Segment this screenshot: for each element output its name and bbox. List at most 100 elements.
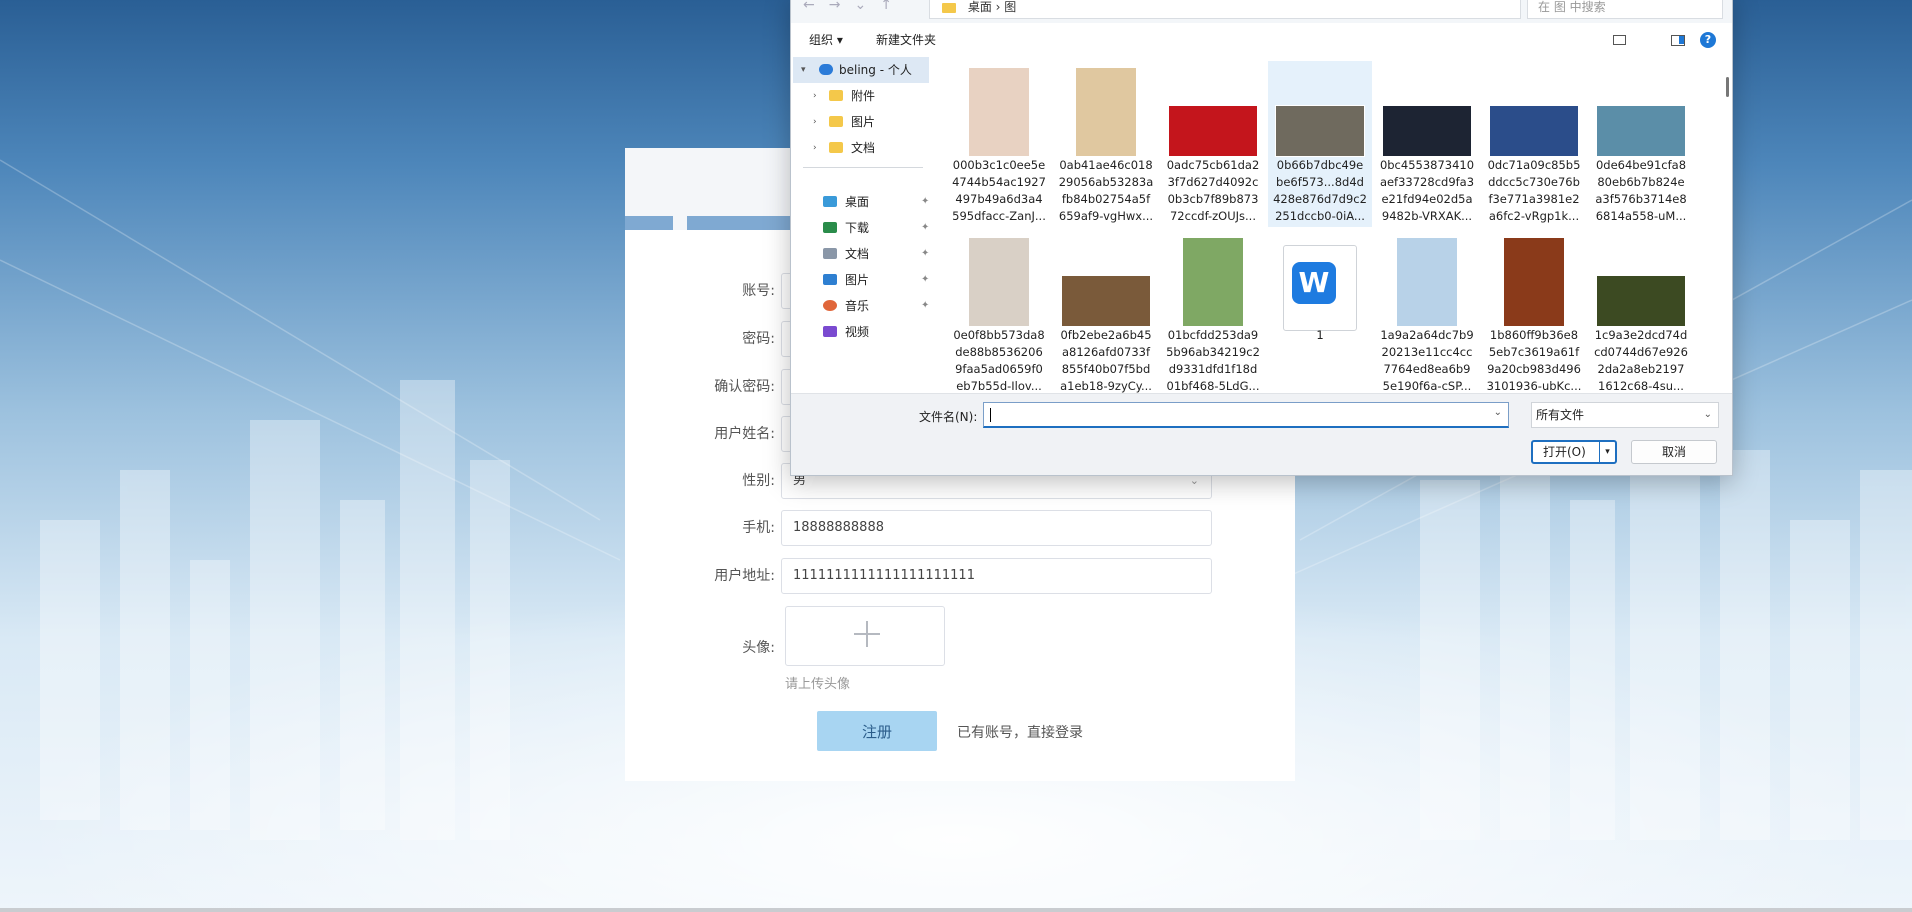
tree-label: 文档 <box>845 247 870 261</box>
file-item[interactable]: 0adc75cb61da2 3f7d627d4092c 0b3cb7f89b87… <box>1161 61 1265 227</box>
preview-pane-icon[interactable] <box>1671 35 1685 46</box>
tree-label: 桌面 <box>845 195 870 209</box>
quick-access-documents[interactable]: 文档 ✦ <box>793 241 929 267</box>
file-name: 0ab41ae46c018 29056ab53283a fb84b02754a5… <box>1058 158 1154 223</box>
pin-icon[interactable]: ✦ <box>921 267 929 293</box>
chevron-down-icon: ⌄ <box>1703 409 1712 420</box>
image-thumbnail <box>1596 275 1686 327</box>
quick-access-downloads[interactable]: 下载 ✦ <box>793 215 929 241</box>
tree-item-onedrive[interactable]: ▾ beling - 个人 <box>793 57 929 83</box>
file-item[interactable]: 0ab41ae46c018 29056ab53283a fb84b02754a5… <box>1054 61 1158 227</box>
file-grid: 000b3c1c0ee5e 4744b54ac1927 497b49a6d3a4… <box>947 57 1727 393</box>
cloud-icon <box>819 64 833 75</box>
confirm-password-label: 确认密码: <box>714 379 775 395</box>
search-input[interactable]: 在 图 中搜索 <box>1527 0 1723 19</box>
file-item[interactable]: 0b66b7dbc49e be6f573...8d4d 428e876d7d9c… <box>1268 61 1372 227</box>
file-item[interactable]: 01bcfdd253da9 5b96ab34219c2 d9331dfd1f18… <box>1161 231 1265 393</box>
image-thumbnail <box>1396 237 1458 327</box>
wps-logo-icon: W <box>1292 262 1336 304</box>
file-item[interactable]: W1 <box>1268 231 1372 393</box>
quick-access-music[interactable]: 音乐 ✦ <box>793 293 929 319</box>
chevron-right-icon[interactable]: › <box>813 109 817 135</box>
phone-label: 手机: <box>742 520 775 536</box>
folder-icon <box>829 142 843 153</box>
quick-access-desktop[interactable]: 桌面 ✦ <box>793 189 929 215</box>
file-grid-scrollbar[interactable] <box>1726 77 1729 97</box>
address-input[interactable]: 1111111111111111111111 <box>781 558 1212 594</box>
tree-item-folder[interactable]: › 附件 <box>793 83 929 109</box>
file-item[interactable]: 0e0f8bb573da8 de88b8536206 9faa5ad0659f0… <box>947 231 1051 393</box>
file-item[interactable]: 1a9a2a64dc7b9 20213e11cc4cc 7764ed8ea6b9… <box>1375 231 1479 393</box>
pin-icon[interactable]: ✦ <box>921 241 929 267</box>
tree-label: 视频 <box>845 325 870 339</box>
pin-icon[interactable]: ✦ <box>921 215 929 241</box>
address-bar[interactable]: 桌面 › 图 <box>929 0 1521 19</box>
nav-arrows-icon[interactable]: ←→⌄↑ <box>803 0 906 13</box>
tree-label: 图片 <box>851 115 876 129</box>
taskbar-edge <box>0 908 1912 912</box>
image-thumbnail <box>968 237 1030 327</box>
quick-access-pictures[interactable]: 图片 ✦ <box>793 267 929 293</box>
help-icon[interactable]: ? <box>1700 32 1716 48</box>
chevron-down-icon[interactable]: ▾ <box>1599 442 1615 462</box>
filetype-select[interactable]: 所有文件 ⌄ <box>1531 402 1719 428</box>
address-segment[interactable]: 图 <box>1004 0 1016 14</box>
upload-hint: 请上传头像 <box>785 677 851 692</box>
chevron-right-icon[interactable]: › <box>813 135 817 161</box>
folder-icon <box>829 90 843 101</box>
file-name: 0adc75cb61da2 3f7d627d4092c 0b3cb7f89b87… <box>1166 158 1260 223</box>
image-thumbnail <box>1061 275 1151 327</box>
open-button-label: 打开(O) <box>1543 445 1586 459</box>
file-name: 1a9a2a64dc7b9 20213e11cc4cc 7764ed8ea6b9… <box>1380 328 1474 393</box>
image-thumbnail <box>1596 105 1686 157</box>
text-caret <box>990 408 991 422</box>
file-item[interactable]: 0dc71a09c85b5 ddcc5c730e76b f3e771a3981e… <box>1482 61 1586 227</box>
chevron-down-icon[interactable]: ⌄ <box>1494 407 1502 418</box>
view-mode-icon[interactable] <box>1613 35 1626 45</box>
video-icon <box>823 326 837 337</box>
open-button[interactable]: 打开(O) ▾ <box>1531 440 1617 464</box>
pin-icon[interactable]: ✦ <box>921 189 929 215</box>
tree-item-folder[interactable]: › 文档 <box>793 135 929 161</box>
cancel-button[interactable]: 取消 <box>1631 440 1717 464</box>
register-button[interactable]: 注册 <box>817 711 937 751</box>
image-thumbnail <box>1503 237 1565 327</box>
file-name: 01bcfdd253da9 5b96ab34219c2 d9331dfd1f18… <box>1166 328 1260 393</box>
file-item[interactable]: 000b3c1c0ee5e 4744b54ac1927 497b49a6d3a4… <box>947 61 1051 227</box>
file-item[interactable]: 0de64be91cfa8 80eb6b7b824e a3f576b3714e8… <box>1589 61 1693 227</box>
dialog-toolbar: 组织 ▾ 新建文件夹 ? <box>791 27 1732 51</box>
login-link[interactable]: 已有账号，直接登录 <box>957 722 1083 742</box>
file-item[interactable]: 1c9a3e2dcd74d cd0744d67e926 2da2a8eb2197… <box>1589 231 1693 393</box>
file-name: 0dc71a09c85b5 ddcc5c730e76b f3e771a3981e… <box>1487 158 1581 223</box>
file-item[interactable]: 0bc4553873410 aef33728cd9fa3 e21fd94e02d… <box>1375 61 1479 227</box>
tree-item-folder[interactable]: › 图片 <box>793 109 929 135</box>
address-segment[interactable]: 桌面 <box>968 0 992 14</box>
breadcrumb-separator: › <box>995 0 1005 14</box>
image-thumbnail <box>968 67 1030 157</box>
chevron-down-icon[interactable]: ▾ <box>801 57 806 83</box>
image-thumbnail <box>1075 67 1137 157</box>
file-name: 1 <box>1316 328 1324 342</box>
organize-button[interactable]: 组织 ▾ <box>809 31 843 48</box>
file-name: 1b860ff9b36e8 5eb7c3619a61f 9a20cb983d49… <box>1486 328 1582 393</box>
file-name: 000b3c1c0ee5e 4744b54ac1927 497b49a6d3a4… <box>952 158 1046 223</box>
folder-icon <box>829 116 843 127</box>
file-item[interactable]: 1b860ff9b36e8 5eb7c3619a61f 9a20cb983d49… <box>1482 231 1586 393</box>
download-icon <box>823 222 837 233</box>
image-thumbnail <box>1489 105 1579 157</box>
phone-input[interactable]: 18888888888 <box>781 510 1212 546</box>
navigation-tree: ▾ beling - 个人 › 附件 › 图片 › 文档 桌面 ✦ 下载 ✦ 文… <box>793 57 929 393</box>
avatar-upload[interactable] <box>785 606 945 666</box>
pin-icon[interactable]: ✦ <box>921 293 929 319</box>
tree-label: 附件 <box>851 89 876 103</box>
filename-label: 文件名(N): <box>919 410 978 424</box>
chevron-right-icon[interactable]: › <box>813 83 817 109</box>
desktop-icon <box>823 196 837 207</box>
dialog-nav-bar: ←→⌄↑ 桌面 › 图 在 图 中搜索 <box>791 0 1732 23</box>
file-item[interactable]: 0fb2ebe2a6b45 a8126afd0733f 855f40b07f5b… <box>1054 231 1158 393</box>
wps-document-icon: W <box>1283 245 1357 331</box>
picture-icon <box>823 274 837 285</box>
quick-access-videos[interactable]: 视频 <box>793 319 929 345</box>
new-folder-button[interactable]: 新建文件夹 <box>876 31 936 48</box>
filename-input[interactable]: ⌄ <box>983 402 1509 428</box>
